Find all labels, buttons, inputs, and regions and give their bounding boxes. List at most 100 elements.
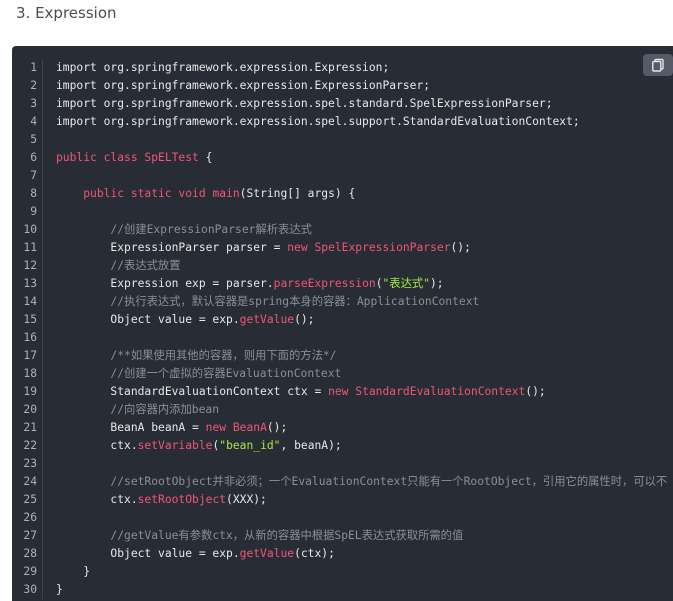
line-number: 2 [30,79,37,92]
code-token-cm: //setRootObject并非必须；一个EvaluationContext只… [110,475,668,488]
code-line: /**如果使用其他的容器，则用下面的方法*/ [56,347,673,365]
line-number: 24 [23,475,37,488]
code-token-cm: //创建一个虚拟的容器EvaluationContext [110,367,342,380]
code-line: //创建ExpressionParser解析表达式 [56,221,673,239]
line-number: 18 [23,367,37,380]
code-line: //setRootObject并非必须；一个EvaluationContext只… [56,473,673,491]
code-line: ExpressionParser parser = new SpelExpres… [56,239,673,257]
code-token-plain: ( [375,277,383,290]
code-token-plain: (); [525,385,546,398]
code-token-plain: ); [430,277,444,290]
code-token-plain: import org.springframework.expression.sp… [56,97,553,110]
code-token-fn: BeanA [232,421,267,434]
code-token-plain: { [198,151,213,164]
code-token-plain: (); [294,313,315,326]
code-token-plain: import org.springframework.expression.Ex… [56,79,431,92]
code-token-plain: (String[] args) { [239,187,356,200]
line-number: 14 [23,295,37,308]
code-line: public static void main(String[] args) { [56,185,673,203]
line-number: 13 [23,277,37,290]
code-token-fn: getValue [239,313,295,326]
line-number: 19 [23,385,37,398]
code-token-fn: setRootObject [137,493,227,506]
code-token-str: "bean_id" [219,439,281,452]
code-token-cm: /**如果使用其他的容器，则用下面的方法*/ [110,349,337,362]
code-line: ctx.setVariable("bean_id", beanA); [56,437,673,455]
code-token-cm: //执行表达式，默认容器是spring本身的容器：ApplicationCont… [110,295,480,308]
code-token-plain: StandardEvaluationContext ctx = [56,385,329,398]
line-number: 27 [23,529,37,542]
code-line: import org.springframework.expression.sp… [56,113,673,131]
code-line: ​ [56,167,673,185]
line-number: 22 [23,439,37,452]
code-token-fn: StandardEvaluationContext [355,385,526,398]
code-line: //向容器内添加bean [56,401,673,419]
code-token-cm: //表达式放置 [110,259,181,272]
code-line: Object value = exp.getValue(ctx); [56,545,673,563]
line-number: 28 [23,547,37,560]
code-line: Expression exp = parser.parseExpression(… [56,275,673,293]
code-line: StandardEvaluationContext ctx = new Stan… [56,383,673,401]
code-token-plain: Expression exp = parser. [56,277,274,290]
code-line: Object value = exp.getValue(); [56,311,673,329]
code-token-cm: //创建ExpressionParser解析表达式 [110,223,312,236]
code-token-fn: setVariable [137,439,213,452]
code-line: import org.springframework.expression.Ex… [56,59,673,77]
line-number: 6 [30,151,37,164]
code-token-str: "表达式" [382,277,431,290]
code-token-fn: getValue [239,547,295,560]
code-block: 1 2 3 4 5 6 7 8 9 10 11 12 13 14 15 16 17 18 19 20 21 22 23 24 2… [12,46,673,601]
code-token-plain: (ctx); [294,547,335,560]
code-line: public class SpELTest { [56,149,673,167]
code-token-cm: //getValue有参数ctx，从新的容器中根据SpEL表达式获取所需的值 [110,529,464,542]
line-number: 9 [30,205,37,218]
code-token-fn: SpelExpressionParser [314,241,451,254]
line-number: 10 [23,223,37,236]
code-token-plain: import org.springframework.expression.Ex… [56,61,390,74]
code-token-plain: (); [266,421,288,434]
code-token-plain: (XXX); [226,493,267,506]
line-number: 25 [23,493,37,506]
line-number: 23 [23,457,37,470]
code-token-kw: new [287,241,315,254]
line-number: 3 [30,97,37,110]
section-heading: 3. Expression [16,4,117,22]
code-token-plain: } [56,565,91,578]
line-number: 15 [23,313,37,326]
code-token-plain: ctx. [56,493,138,506]
line-number: 17 [23,349,37,362]
code-token-plain: ExpressionParser parser = [56,241,288,254]
code-line: import org.springframework.expression.Ex… [56,77,673,95]
line-number-gutter: 1 2 3 4 5 6 7 8 9 10 11 12 13 14 15 16 17 18 19 20 21 22 23 24 2… [12,59,43,599]
code-token-plain: BeanA beanA = [56,421,206,434]
code-token-fn: SpELTest [144,151,199,164]
line-number: 4 [30,115,37,128]
line-number: 7 [30,169,37,182]
code-token-plain: Object value = exp. [56,547,240,560]
line-number: 26 [23,511,37,524]
code-line: //getValue有参数ctx，从新的容器中根据SpEL表达式获取所需的值 [56,527,673,545]
code-line: } [56,563,673,581]
code-token-plain: (); [450,241,471,254]
line-number: 12 [23,259,37,272]
code-token-plain: } [56,583,63,596]
code-token-kw: new [205,421,233,434]
code-line: ​ [56,509,673,527]
code-line: ​ [56,203,673,221]
code-token-fn: main [212,187,240,200]
code-line: ​ [56,455,673,473]
code-token-kw: new [328,385,356,398]
line-number: 21 [23,421,37,434]
line-number: 1 [30,61,37,74]
code-line: //创建一个虚拟的容器EvaluationContext [56,365,673,383]
code-token-cm: //向容器内添加bean [110,403,220,416]
line-number: 11 [23,241,37,254]
code-token-kw: public class [56,151,145,164]
